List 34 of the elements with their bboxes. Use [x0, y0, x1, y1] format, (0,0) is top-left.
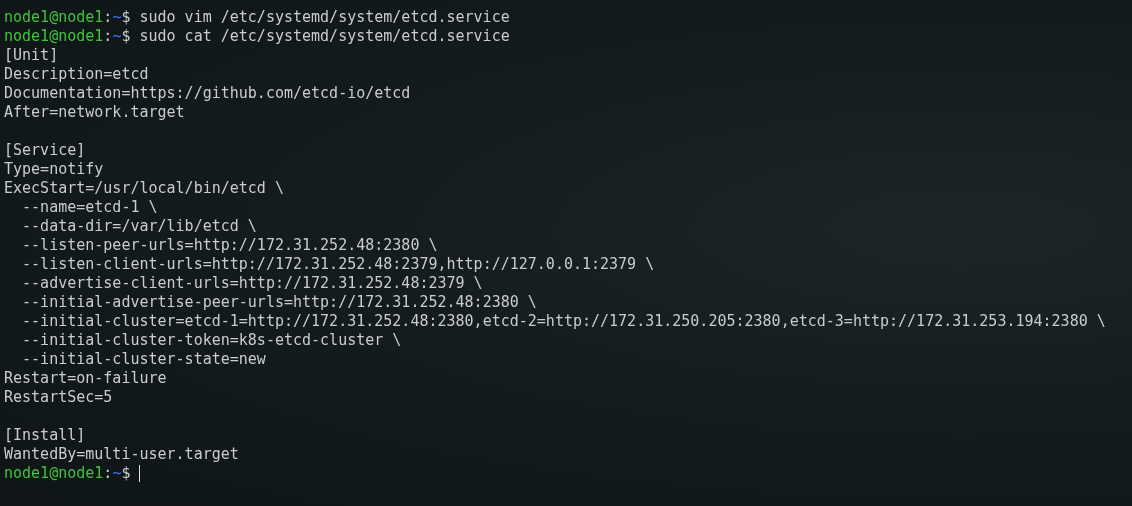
prompt-separator: : — [103, 27, 113, 46]
output-line: --listen-client-urls=http://172.31.252.48:2379,http://127.0.0.1:2379 \ — [21, 255, 655, 274]
prompt-symbol: $ — [121, 27, 131, 46]
output-line: Type=notify — [4, 160, 104, 179]
output-line: --name=etcd-1 \ — [21, 198, 158, 217]
prompt-user-host: node1@node1 — [4, 27, 104, 46]
prompt-separator: : — [103, 8, 113, 27]
output-line: --initial-cluster-state=new — [21, 350, 266, 369]
output-line: RestartSec=5 — [4, 388, 113, 407]
output-line: Documentation=https://github.com/etcd-io/etcd — [4, 84, 411, 103]
output-line: [Install] — [4, 426, 86, 445]
command-text: sudo cat /etc/systemd/system/etcd.service — [139, 27, 510, 46]
prompt-path: ~ — [112, 464, 122, 483]
command-text: sudo vim /etc/systemd/system/etcd.service — [139, 8, 510, 27]
output-line: --initial-cluster=etcd-1=http://172.31.252.48:2380,etcd-2=http://172.31.250.205:2380,etcd-3=http://172.31.253.194:2380 \ — [21, 312, 1106, 331]
output-line: WantedBy=multi-user.target — [4, 445, 239, 464]
prompt-symbol: $ — [121, 8, 131, 27]
prompt-user-host: node1@node1 — [4, 8, 104, 27]
prompt-separator: : — [103, 464, 113, 483]
output-line: Description=etcd — [4, 65, 149, 84]
output-line: --advertise-client-urls=http://172.31.252.48:2379 \ — [21, 274, 483, 293]
prompt-symbol: $ — [121, 464, 131, 483]
prompt-path: ~ — [112, 27, 122, 46]
prompt-path: ~ — [112, 8, 122, 27]
prompt-user-host: node1@node1 — [4, 464, 104, 483]
output-line: --data-dir=/var/lib/etcd \ — [21, 217, 257, 236]
output-line: --listen-peer-urls=http://172.31.252.48:2380 \ — [21, 236, 438, 255]
output-line: --initial-advertise-peer-urls=http://172.31.252.48:2380 \ — [21, 293, 537, 312]
output-line: --initial-cluster-token=k8s-etcd-cluster \ — [21, 331, 402, 350]
output-line: After=network.target — [4, 103, 185, 122]
output-line: Restart=on-failure — [4, 369, 167, 388]
output-line: [Unit] — [4, 46, 59, 65]
output-line: [Service] — [4, 141, 86, 160]
output-line: ExecStart=/usr/local/bin/etcd \ — [4, 179, 284, 198]
